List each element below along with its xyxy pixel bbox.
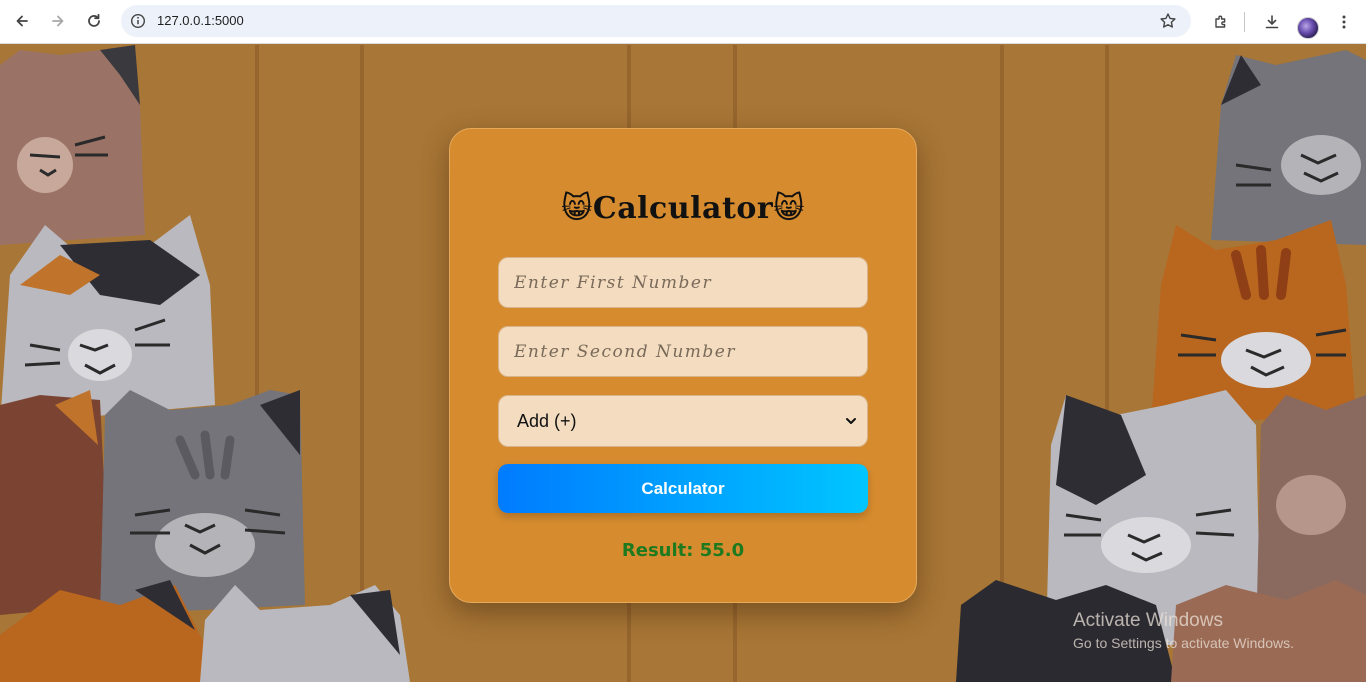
page-title: 😸Calculator😸 [450,191,916,226]
cat-emoji-icon: 😸 [773,191,805,226]
cat-emoji-icon: 😸 [561,191,593,226]
profile-avatar[interactable] [1297,17,1319,39]
bookmark-star-icon[interactable] [1159,12,1177,30]
site-info-icon[interactable] [130,13,146,29]
forward-button[interactable] [40,3,76,39]
operation-selected-value: Add (+) [517,410,577,431]
back-button[interactable] [4,3,40,39]
puzzle-icon [1215,15,1226,28]
reload-icon [88,13,100,27]
chevron-down-icon [846,418,856,424]
result-text: Result: 55.0 [621,540,745,561]
downloads-button[interactable] [1254,4,1290,40]
cats-illustration-right [956,50,1366,682]
operation-select[interactable]: Add (+) [498,395,868,447]
second-number-input[interactable] [498,326,868,377]
title-text: Calculator [592,191,774,226]
arrow-right-icon [52,15,64,27]
calculator-card: 😸Calculator😸 Add (+) Calculator Result: … [449,128,917,603]
download-icon [1265,15,1279,29]
activation-watermark-subtitle: Go to Settings to activate Windows. [1073,635,1294,651]
more-vertical-icon [1342,15,1346,29]
toolbar-divider [1244,12,1245,32]
cats-illustration-left [0,45,410,682]
menu-button[interactable] [1326,4,1362,40]
activation-watermark-title: Activate Windows [1073,610,1223,631]
url-text[interactable]: 127.0.0.1:5000 [157,13,244,28]
arrow-left-icon [16,15,28,27]
extensions-button[interactable] [1203,4,1239,40]
address-bar[interactable]: 127.0.0.1:5000 [121,5,1191,37]
first-number-input[interactable] [498,257,868,308]
reload-button[interactable] [76,3,112,39]
calculate-button[interactable]: Calculator [498,464,868,513]
browser-toolbar: 127.0.0.1:5000 [0,0,1366,44]
